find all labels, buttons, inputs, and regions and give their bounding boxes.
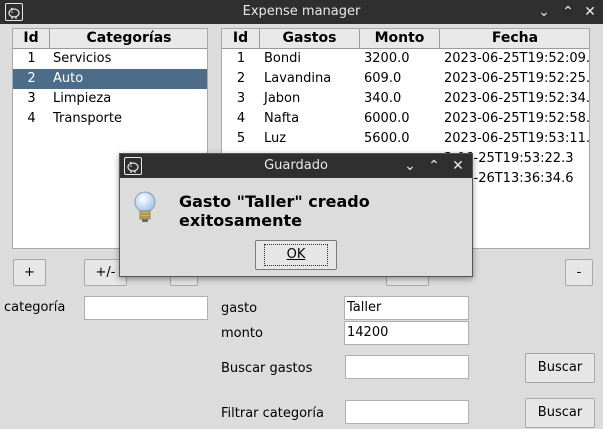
expense-label: gasto <box>221 301 258 316</box>
amount-input[interactable]: 14200 <box>344 321 469 345</box>
dialog-close-button[interactable]: ✕ <box>449 157 467 175</box>
filter-category-input[interactable] <box>345 400 469 424</box>
cell-id: 1 <box>236 51 246 66</box>
table-row[interactable]: 3 Limpieza <box>13 89 207 109</box>
table-row[interactable]: 1 Bondi 3200.0 2023-06-25T19:52:09.6 <box>222 49 590 69</box>
dialog-maximize-button[interactable]: ⌃ <box>425 157 443 175</box>
search-expenses-label: Buscar gastos <box>221 361 313 376</box>
cell-gasto: Luz <box>264 131 287 146</box>
ok-button-label: OK <box>263 244 329 266</box>
cell-categoria: Servicios <box>53 51 112 66</box>
filter-button[interactable]: Buscar <box>525 398 595 428</box>
cell-id: 1 <box>27 51 36 66</box>
window-title: Expense manager <box>242 4 361 19</box>
maximize-button[interactable]: ⌃ <box>559 3 577 21</box>
expense-input[interactable]: Taller <box>344 296 469 320</box>
cell-monto: 340.0 <box>364 91 402 106</box>
cell-id: 5 <box>236 131 246 146</box>
search-button[interactable]: Buscar <box>525 353 595 383</box>
cell-fecha: 2023-06-25T19:52:09.6 <box>444 51 590 66</box>
expenses-table-header: Id Gastos Monto Fecha <box>222 29 589 49</box>
table-row[interactable]: 2 Auto <box>13 69 207 89</box>
category-label: categoría <box>4 300 66 315</box>
dialog-minimize-button[interactable]: ⌄ <box>401 157 419 175</box>
table-row[interactable]: 5 Luz 5600.0 2023-06-25T19:53:11.9 <box>222 129 590 149</box>
cell-categoria: Auto <box>53 71 84 86</box>
cell-fecha: 2023-06-25T19:53:11.9 <box>444 131 590 146</box>
lightbulb-icon <box>132 190 158 224</box>
table-row[interactable]: 3 Jabon 340.0 2023-06-25T19:52:34.8 <box>222 89 590 109</box>
table-row[interactable]: 2 Lavandina 609.0 2023-06-25T19:52:25.5 <box>222 69 590 89</box>
ok-button[interactable]: OK <box>255 240 337 270</box>
cell-id: 4 <box>236 111 246 126</box>
amount-label: monto <box>221 326 263 341</box>
cell-id: 4 <box>27 111 36 126</box>
categories-table-header: Id Categorías <box>13 29 207 49</box>
add-category-button[interactable]: + <box>13 259 46 286</box>
cell-fecha: 2023-06-25T19:52:34.8 <box>444 91 590 106</box>
remove-expense-button[interactable]: - <box>565 259 593 286</box>
table-row[interactable]: 4 Transporte <box>13 109 207 129</box>
main-window: Expense manager ⌄ ⌃ ✕ Id Categorías 1 Ser… <box>0 0 603 429</box>
column-header-id[interactable]: Id <box>13 29 50 49</box>
cell-fecha: 2023-06-25T19:52:58.0 <box>444 111 590 126</box>
cell-id: 2 <box>27 71 36 86</box>
cell-monto: 609.0 <box>364 71 402 86</box>
column-header-monto[interactable]: Monto <box>360 29 440 49</box>
cell-gasto: Bondi <box>264 51 301 66</box>
cell-gasto: Jabon <box>264 91 301 106</box>
cell-categoria: Limpieza <box>53 91 112 106</box>
cell-monto: 5600.0 <box>364 131 410 146</box>
cell-id: 3 <box>236 91 246 106</box>
cell-gasto: Lavandina <box>264 71 332 86</box>
category-input[interactable] <box>84 296 208 320</box>
dialog-title-bar: Guardado ⌄ ⌃ ✕ <box>120 154 472 178</box>
cell-categoria: Transporte <box>53 111 122 126</box>
table-row[interactable]: 4 Nafta 6000.0 2023-06-25T19:52:58.0 <box>222 109 590 129</box>
filter-category-label: Filtrar categoría <box>221 406 324 421</box>
title-bar: Expense manager ⌄ ⌃ ✕ <box>0 0 603 24</box>
column-header-id[interactable]: Id <box>222 29 260 49</box>
cell-id: 2 <box>236 71 246 86</box>
column-header-gastos[interactable]: Gastos <box>260 29 360 49</box>
cell-fecha: 2023-06-25T19:52:25.5 <box>444 71 590 86</box>
saved-dialog: Guardado ⌄ ⌃ ✕ Gasto "Taller" creado exi… <box>119 153 473 277</box>
table-row[interactable]: 1 Servicios <box>13 49 207 69</box>
cell-monto: 6000.0 <box>364 111 410 126</box>
dialog-title: Guardado <box>264 158 328 173</box>
close-button[interactable]: ✕ <box>581 3 599 21</box>
column-header-categorias[interactable]: Categorías <box>50 29 207 49</box>
dialog-message: Gasto "Taller" creado exitosamente <box>179 192 370 230</box>
column-header-fecha[interactable]: Fecha <box>440 29 589 49</box>
cell-gasto: Nafta <box>264 111 300 126</box>
minimize-button[interactable]: ⌄ <box>535 3 553 21</box>
cell-id: 3 <box>27 91 36 106</box>
search-expenses-input[interactable] <box>345 355 469 379</box>
cell-monto: 3200.0 <box>364 51 410 66</box>
